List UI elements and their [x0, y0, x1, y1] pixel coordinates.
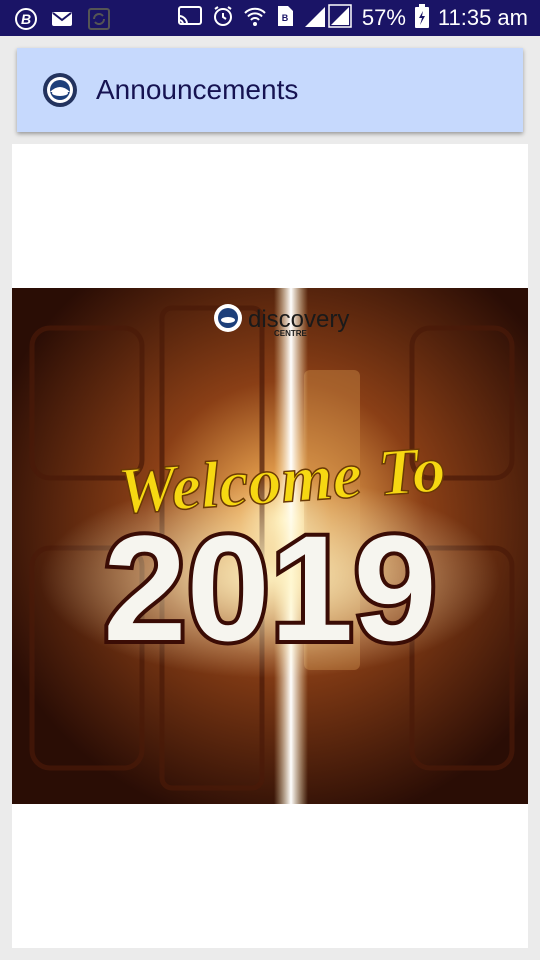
- status-bar-left: B: [14, 6, 112, 37]
- page-title: Announcements: [96, 74, 299, 105]
- battery-percent: 57%: [361, 5, 406, 30]
- announcement-card[interactable]: discovery CENTRE Welcome To 2019: [12, 144, 528, 948]
- announcement-image[interactable]: discovery CENTRE Welcome To 2019: [12, 288, 528, 804]
- b-app-icon: B: [14, 7, 38, 36]
- sync-icon: [86, 6, 112, 37]
- cast-icon: [177, 5, 203, 32]
- clock: 11:35 am: [437, 5, 528, 30]
- mail-icon: [50, 7, 74, 36]
- status-bar-right: B 57% 11:35 am: [177, 0, 528, 36]
- app-bar: Announcements: [17, 48, 523, 132]
- year: 2019: [103, 504, 437, 672]
- battery-icon: [414, 3, 429, 33]
- discovery-logo: [214, 304, 242, 332]
- wifi-icon: [243, 4, 267, 33]
- svg-text:B: B: [21, 11, 31, 27]
- signal-icon: [303, 3, 353, 34]
- document-icon: B: [276, 5, 294, 32]
- svg-text:B: B: [282, 13, 289, 23]
- church-logo-icon: [42, 72, 78, 108]
- status-bar: B B 57% 11:35 am: [0, 0, 540, 36]
- brand-sub: CENTRE: [274, 329, 308, 338]
- alarm-icon: [212, 5, 234, 32]
